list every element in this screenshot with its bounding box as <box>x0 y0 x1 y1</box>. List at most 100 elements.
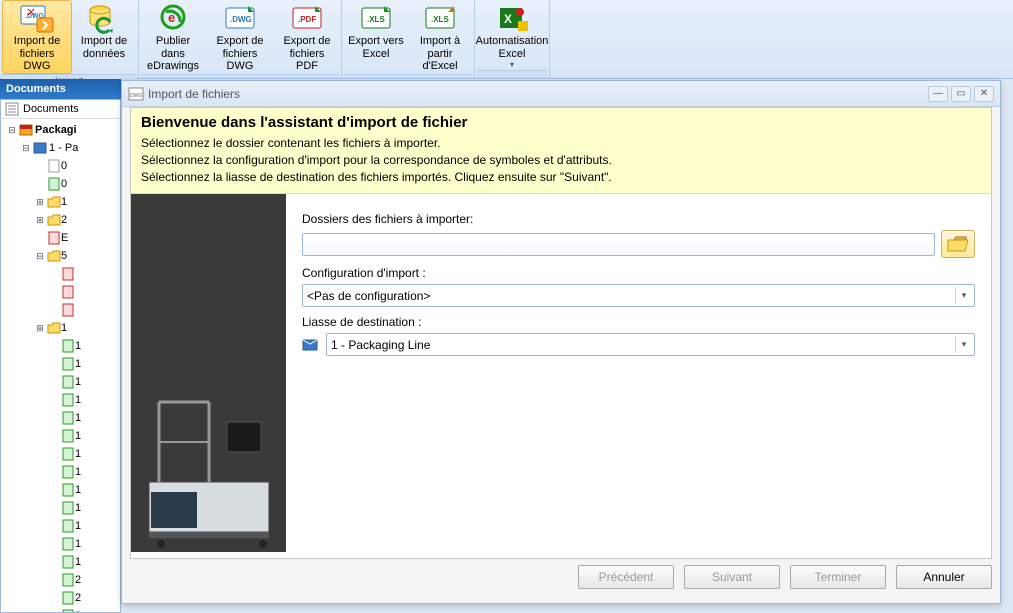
tree-item[interactable]: ⊞1 <box>3 319 120 337</box>
wizard-heading: Bienvenue dans l'assistant d'import de f… <box>141 114 981 131</box>
tree-item[interactable]: 1 <box>3 337 120 355</box>
ribbon-group-excel: .XLS Export vers Excel .XLS Import à par… <box>342 0 475 78</box>
import-excel-button[interactable]: .XLS Import à partir d'Excel <box>408 0 472 74</box>
database-import-icon <box>86 4 122 34</box>
sheet-green-icon <box>61 375 75 389</box>
config-label: Configuration d'import : <box>302 266 975 280</box>
tree-root[interactable]: ⊟ Packagi <box>3 121 120 139</box>
tree-item[interactable]: 1 <box>3 373 120 391</box>
tree-item[interactable] <box>3 301 120 319</box>
page-icon <box>47 159 61 173</box>
export-pdf-label: Export de fichiers PDF <box>278 35 336 73</box>
import-dwg-button[interactable]: .DWG Import de fichiers DWG <box>2 0 72 74</box>
bundle-value: 1 - Packaging Line <box>331 338 955 352</box>
tree-item[interactable]: 2 <box>3 571 120 589</box>
expand-icon[interactable]: ⊞ <box>33 195 47 209</box>
book-blue-icon <box>302 337 320 353</box>
svg-text:.XLS: .XLS <box>431 15 449 24</box>
ribbon-group-automation: X Automatisation Excel ▾ <box>475 0 550 78</box>
sheet-green-icon <box>61 573 75 587</box>
tree-item[interactable]: 1 <box>3 463 120 481</box>
chevron-down-icon: ▾ <box>955 336 972 353</box>
wizard-banner-line2: Sélectionnez la configuration d'import p… <box>141 152 981 169</box>
tree-item[interactable]: 1 <box>3 355 120 373</box>
documents-list-icon <box>5 102 19 116</box>
tree-item[interactable]: ⊞2 <box>3 211 120 229</box>
sheet-green-icon <box>61 429 75 443</box>
tree-item[interactable]: ⊞1 <box>3 193 120 211</box>
sheet-red-icon <box>61 285 75 299</box>
book-icon <box>33 141 49 155</box>
expand-icon[interactable]: ⊞ <box>33 321 47 335</box>
sheet-green-icon <box>61 465 75 479</box>
tree-item[interactable]: 1 <box>3 499 120 517</box>
tree-item[interactable]: 0 <box>3 175 120 193</box>
xls-export-icon: .XLS <box>358 4 394 34</box>
tree-item[interactable]: 1 <box>3 445 120 463</box>
import-data-button[interactable]: Import de données <box>72 0 136 74</box>
collapse-icon[interactable]: ⊟ <box>33 249 47 263</box>
svg-text:.PDF: .PDF <box>298 15 316 24</box>
minimize-button[interactable]: — <box>928 86 948 102</box>
collapse-icon[interactable]: ⊟ <box>5 123 19 137</box>
tree-item[interactable]: 2 <box>3 607 120 613</box>
wizard-titlebar[interactable]: DWG Import de fichiers — ▭ ✕ <box>122 81 1000 107</box>
tree-item[interactable] <box>3 283 120 301</box>
close-button[interactable]: ✕ <box>974 86 994 102</box>
tree-item[interactable]: 1 <box>3 481 120 499</box>
documents-tree[interactable]: ⊟ Packagi ⊟ 1 - Pa 0 0 ⊞1 ⊞2 E ⊟5 ⊞1 1 1… <box>1 119 120 613</box>
publish-edrawings-button[interactable]: e Publier dans eDrawings <box>141 0 205 74</box>
next-button[interactable]: Suivant <box>684 565 780 589</box>
tree-item[interactable]: 2 <box>3 589 120 607</box>
export-excel-button[interactable]: .XLS Export vers Excel <box>344 0 408 74</box>
browse-folder-button[interactable] <box>941 230 975 258</box>
dropdown-caret-icon: ▾ <box>510 60 514 69</box>
ribbon: .DWG Import de fichiers DWG Import de do… <box>0 0 1013 79</box>
export-excel-label: Export vers Excel <box>347 35 405 60</box>
folder-input[interactable] <box>302 233 935 256</box>
svg-text:X: X <box>504 12 512 26</box>
previous-button[interactable]: Précédent <box>578 565 674 589</box>
collapse-icon[interactable]: ⊟ <box>19 141 33 155</box>
documents-tab[interactable]: Documents <box>1 100 120 119</box>
svg-text:.DWG: .DWG <box>230 15 252 24</box>
tree-item[interactable]: 1 <box>3 409 120 427</box>
excel-automation-button[interactable]: X Automatisation Excel ▾ <box>477 0 547 70</box>
export-pdf-button[interactable]: .PDF Export de fichiers PDF <box>275 0 339 74</box>
tree-item[interactable]: E <box>3 229 120 247</box>
wizard-banner: Bienvenue dans l'assistant d'import de f… <box>131 108 991 194</box>
import-data-label: Import de données <box>75 35 133 60</box>
sheet-green-icon <box>61 609 75 613</box>
ribbon-group-import: .DWG Import de fichiers DWG Import de do… <box>0 0 139 78</box>
tree-item[interactable]: 1 <box>3 535 120 553</box>
wizard-banner-line1: Sélectionnez le dossier contenant les fi… <box>141 135 981 152</box>
sheet-green-icon <box>61 447 75 461</box>
bundle-combo[interactable]: 1 - Packaging Line ▾ <box>326 333 975 356</box>
tree-item[interactable]: 0 <box>3 157 120 175</box>
import-wizard-window: DWG Import de fichiers — ▭ ✕ Bienvenue d… <box>121 80 1001 604</box>
cancel-button[interactable]: Annuler <box>896 565 992 589</box>
tree-level1[interactable]: ⊟ 1 - Pa <box>3 139 120 157</box>
tree-item[interactable]: 1 <box>3 517 120 535</box>
tree-item[interactable]: 1 <box>3 391 120 409</box>
expand-icon[interactable]: ⊞ <box>33 213 47 227</box>
dwg-small-icon: DWG <box>128 87 144 101</box>
config-combo[interactable]: <Pas de configuration> ▾ <box>302 284 975 307</box>
sheet-green-icon <box>61 393 75 407</box>
excel-automation-label: Automatisation Excel <box>476 35 549 60</box>
wizard-footer: Précédent Suivant Terminer Annuler <box>130 565 992 595</box>
tree-item[interactable]: 1 <box>3 427 120 445</box>
tree-root-label: Packagi <box>35 124 77 136</box>
tree-item[interactable] <box>3 265 120 283</box>
folder-icon <box>47 249 61 263</box>
chevron-down-icon: ▾ <box>955 287 972 304</box>
tree-item[interactable]: 1 <box>3 553 120 571</box>
tree-item[interactable]: ⊟5 <box>3 247 120 265</box>
svg-text:e: e <box>168 10 175 25</box>
documents-tab-label: Documents <box>23 103 79 115</box>
finish-button[interactable]: Terminer <box>790 565 886 589</box>
export-dwg-button[interactable]: .DWG Export de fichiers DWG <box>205 0 275 74</box>
maximize-button[interactable]: ▭ <box>951 86 971 102</box>
sheet-green-icon <box>61 501 75 515</box>
dwg-import-icon: .DWG <box>19 4 55 34</box>
